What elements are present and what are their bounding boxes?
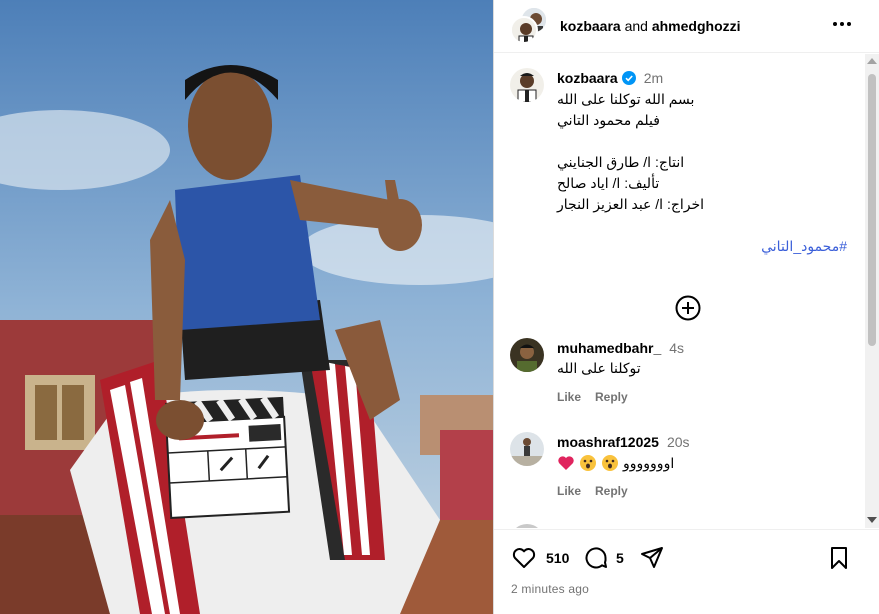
comment-count[interactable]: 5 bbox=[616, 550, 624, 566]
post-photo[interactable] bbox=[0, 0, 493, 614]
comments-scroll-area[interactable]: kozbaara 2m بسم الله توكلنا على الله فيل… bbox=[494, 54, 866, 528]
avatar[interactable] bbox=[510, 338, 544, 372]
scrollbar-thumb[interactable] bbox=[868, 74, 876, 346]
verified-badge-icon bbox=[621, 71, 636, 85]
caption-line: انتاج: ا/ طارق الجنايني bbox=[557, 154, 685, 170]
astonished-face-icon bbox=[580, 455, 596, 471]
comment-username[interactable]: moashraf12025 bbox=[557, 434, 659, 450]
reply-button[interactable]: Reply bbox=[595, 484, 628, 498]
plus-circle-icon[interactable] bbox=[674, 294, 702, 322]
caption-line: اخراج: ا/ عبد العزيز النجار bbox=[557, 196, 705, 212]
post-image bbox=[0, 0, 493, 614]
share-icon[interactable] bbox=[639, 545, 665, 571]
comment-actions: Like Reply bbox=[557, 484, 642, 498]
caption-line: فيلم محمود التاني bbox=[557, 112, 660, 128]
like-count[interactable]: 510 bbox=[546, 550, 569, 566]
comment-icon[interactable] bbox=[583, 545, 609, 571]
avatar[interactable] bbox=[510, 524, 544, 528]
comment-item: moashraf12025 20s اووووووو Like Reply bbox=[510, 432, 850, 502]
avatar[interactable] bbox=[510, 68, 544, 102]
like-button[interactable]: Like bbox=[557, 390, 581, 404]
header-username-2[interactable]: ahmedghozzi bbox=[652, 18, 741, 34]
caption-username[interactable]: kozbaara bbox=[557, 70, 618, 86]
post-footer: 510 5 2 minutes ago bbox=[494, 529, 879, 614]
more-horizontal-icon[interactable] bbox=[830, 12, 854, 36]
comment-actions: Like Reply bbox=[557, 390, 642, 404]
scrollbar[interactable] bbox=[865, 54, 879, 528]
scroll-up-arrow-icon[interactable] bbox=[867, 58, 877, 64]
comment-item: muhamedbahr_ 4s توكلنا على الله Like Rep… bbox=[510, 338, 850, 408]
header-and: and bbox=[624, 18, 648, 34]
comment-text: اووووووو bbox=[557, 454, 674, 472]
scroll-down-arrow-icon[interactable] bbox=[867, 517, 877, 523]
post-side-panel: kozbaara and ahmedghozzi kozbaara 2m بسم… bbox=[493, 0, 879, 614]
avatar bbox=[510, 16, 538, 44]
caption-hashtag[interactable]: #محمود_التاني bbox=[557, 236, 847, 257]
caption-line: تأليف: ا/ اياد صالح bbox=[557, 175, 660, 191]
header-username-1[interactable]: kozbaara bbox=[560, 18, 621, 34]
reply-button[interactable]: Reply bbox=[595, 390, 628, 404]
caption-line bbox=[557, 215, 847, 236]
comment-time: 4s bbox=[669, 340, 685, 356]
comment-text-value: اووووووو bbox=[623, 454, 675, 471]
heart-icon[interactable] bbox=[511, 545, 537, 571]
bookmark-icon[interactable] bbox=[826, 545, 852, 571]
comment-time: 20s bbox=[666, 434, 690, 450]
like-button[interactable]: Like bbox=[557, 484, 581, 498]
caption-time: 2m bbox=[643, 70, 664, 86]
avatar[interactable] bbox=[510, 432, 544, 466]
collab-avatars[interactable] bbox=[510, 6, 550, 46]
post-header: kozbaara and ahmedghozzi bbox=[494, 0, 879, 53]
comment-username[interactable]: muhamedbahr_ bbox=[557, 340, 661, 356]
caption-text: بسم الله توكلنا على الله فيلم محمود التا… bbox=[557, 89, 847, 257]
astonished-face-icon bbox=[602, 455, 618, 471]
post-timestamp: 2 minutes ago bbox=[511, 582, 589, 596]
comment-text: توكلنا على الله bbox=[557, 360, 641, 377]
caption-line: بسم الله توكلنا على الله bbox=[557, 91, 695, 107]
caption-line bbox=[557, 131, 847, 152]
comment-text-value: توكلنا على الله bbox=[557, 360, 641, 376]
red-heart-icon bbox=[558, 456, 574, 470]
collab-usernames: kozbaara and ahmedghozzi bbox=[560, 18, 741, 34]
